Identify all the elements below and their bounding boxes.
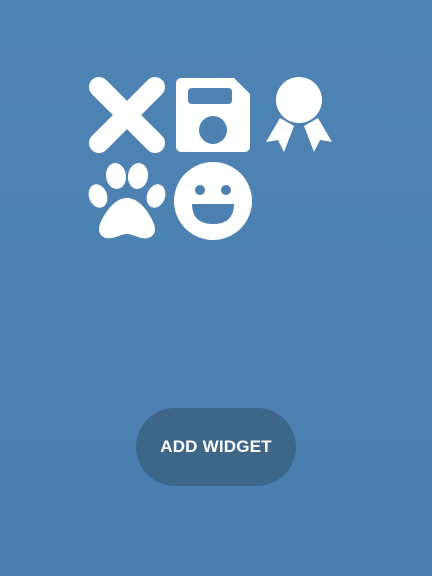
save-icon[interactable] xyxy=(172,74,254,156)
add-widget-button[interactable]: ADD WIDGET xyxy=(136,408,296,486)
home-screen: ADD WIDGET xyxy=(0,0,432,576)
smile-icon[interactable] xyxy=(172,160,254,242)
paw-icon[interactable] xyxy=(86,160,168,242)
widget-icon-grid xyxy=(86,74,342,246)
close-icon[interactable] xyxy=(86,74,168,156)
award-icon[interactable] xyxy=(258,74,340,156)
